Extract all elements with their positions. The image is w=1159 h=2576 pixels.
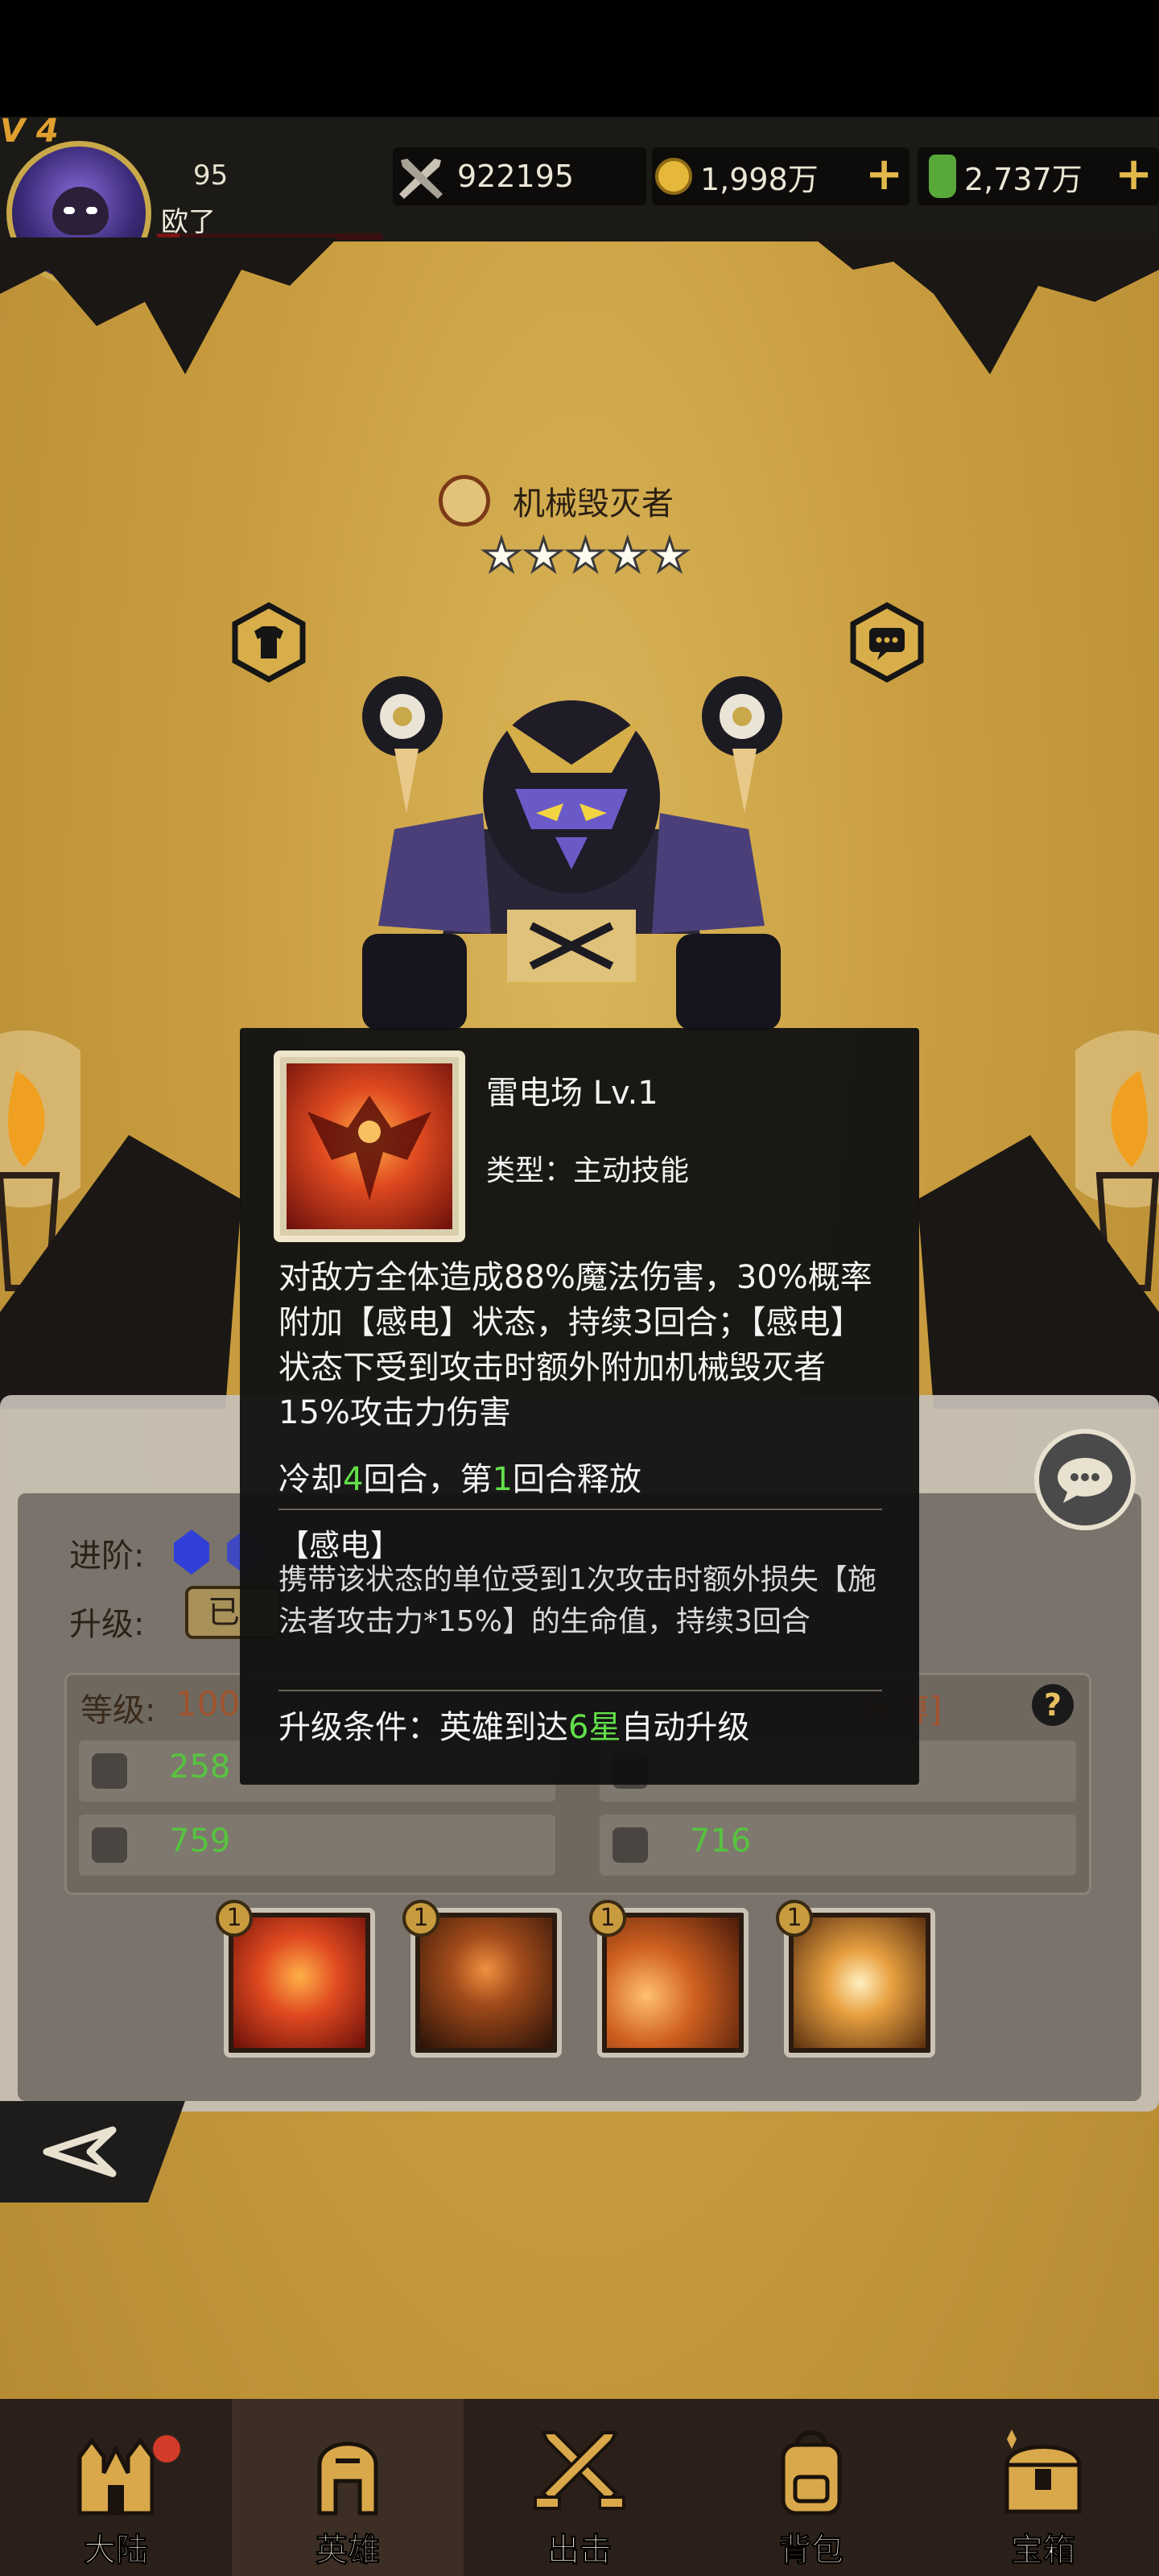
attack-icon: [92, 1753, 127, 1789]
shadow-figure-skill-icon: [420, 1918, 552, 2048]
skill-level-badge: 1: [589, 1900, 626, 1937]
potion-value: 2,737万: [964, 161, 1083, 197]
nav-label: 出击: [547, 2532, 612, 2570]
nav-continent[interactable]: 大陆: [0, 2399, 232, 2576]
nav-backpack[interactable]: 背包: [695, 2399, 927, 2576]
nav-hero[interactable]: 英雄: [232, 2399, 464, 2576]
potion-bottle-icon: [929, 155, 956, 198]
skill-tooltip: 雷电场 Lv.1 类型：主动技能 对敌方全体造成88%魔法伤害，30%概率附加【…: [240, 1028, 919, 1785]
hero-stars: ★★★★★: [480, 529, 692, 584]
potion-display: 2,737万 +: [918, 147, 1159, 205]
back-arrow-icon: [43, 2126, 117, 2178]
nav-label: 大陆: [84, 2532, 149, 2570]
nav-label: 英雄: [316, 2532, 381, 2570]
player-level: 95: [193, 159, 229, 192]
release-round: 1: [492, 1461, 513, 1498]
cooldown-prefix: 冷却: [278, 1461, 343, 1498]
add-gold-button[interactable]: +: [865, 151, 903, 199]
defense-value: 759: [169, 1823, 231, 1860]
nav-label: 宝箱: [1011, 2532, 1076, 2570]
comment-bubble-button[interactable]: [848, 602, 926, 683]
skin-shirt-button[interactable]: [230, 602, 307, 683]
shield-icon: [92, 1827, 127, 1863]
helmet-icon: [317, 2442, 378, 2516]
boot-icon: [612, 1827, 648, 1863]
coin-icon: [655, 158, 692, 195]
chat-button[interactable]: [1034, 1429, 1136, 1530]
upgrade-suffix: 自动升级: [621, 1709, 750, 1746]
notification-dot: [153, 2435, 180, 2462]
back-button[interactable]: [0, 2101, 185, 2202]
chat-bubble-icon: [1058, 1458, 1112, 1503]
tooltip-skill-frame: [274, 1051, 465, 1242]
cooldown-value: 4: [343, 1461, 364, 1498]
skill-level-badge: 1: [216, 1900, 253, 1937]
cave-spikes-decoration: [0, 237, 1159, 374]
tooltip-divider: [278, 1509, 882, 1510]
backpack-icon: [781, 2430, 842, 2516]
crescent-slash-skill-icon: [607, 1918, 739, 2048]
speed-value: 716: [690, 1823, 752, 1860]
effect-description: 携带该状态的单位受到1次攻击时额外损失【施法者攻击力*15%】的生命值，持续3回…: [278, 1563, 876, 1638]
treasure-chest-icon: [1004, 2429, 1082, 2514]
demon-wings-icon: [307, 1096, 431, 1200]
thunder-field-skill-icon: [287, 1063, 452, 1229]
nav-label: 背包: [779, 2532, 844, 2570]
cooldown-middle: 回合，第: [363, 1461, 493, 1498]
status-bar-area: [0, 0, 1159, 121]
skill-name: 雷电场 Lv.1: [486, 1075, 658, 1112]
upgrade-condition: 升级条件：英雄到达6星自动升级: [278, 1701, 749, 1748]
avatar-eye: [86, 207, 97, 214]
power-value: 922195: [457, 159, 575, 194]
gold-display: 1,998万 +: [652, 147, 909, 205]
speed-stat-row: 716: [600, 1814, 1076, 1876]
gold-value: 1,998万: [700, 161, 819, 197]
nav-sortie[interactable]: 出击: [464, 2399, 695, 2576]
upgrade-prefix: 升级条件：英雄到达: [278, 1709, 568, 1746]
hero-title: 机械毁灭者: [439, 472, 674, 530]
crossed-swords-icon: [399, 159, 443, 199]
level-label: 等级:: [80, 1692, 156, 1729]
skill-description: 对敌方全体造成88%魔法伤害，30%概率附加【感电】状态，持续3回合；【感电】状…: [278, 1259, 872, 1431]
skill-cooldown: 冷却4回合，第1回合释放: [278, 1453, 641, 1500]
effect-title: 【感电】: [278, 1528, 402, 1563]
bottom-navigation: 大陆 英雄 出击 背包 宝箱: [0, 2399, 1159, 2576]
tooltip-divider: [278, 1690, 882, 1691]
skill-level-badge: 1: [402, 1900, 439, 1937]
skill-level-badge: 1: [776, 1900, 813, 1937]
castle-icon: [77, 2437, 155, 2516]
hero-name: 机械毁灭者: [513, 485, 674, 522]
thunder-field-skill-icon: [233, 1918, 365, 2048]
element-emblem-icon: [439, 475, 490, 526]
nav-chest[interactable]: 宝箱: [927, 2399, 1159, 2576]
attack-value: 258: [169, 1748, 231, 1785]
hero-screen: V 4 95 欧了 922195 1,998万 + 2,737万 + 机械毁灭者…: [0, 0, 1159, 2576]
add-potion-button[interactable]: +: [1115, 151, 1153, 199]
avatar-face: [52, 187, 109, 235]
upgrade-stars: 6星: [568, 1709, 621, 1746]
defense-stat-row: 759: [79, 1814, 555, 1876]
power-display: 922195: [393, 147, 646, 205]
advance-label: 进阶:: [69, 1538, 145, 1575]
help-button[interactable]: ?: [1032, 1684, 1074, 1726]
crossed-swords-icon: [534, 2431, 625, 2510]
light-burst-skill-icon: [794, 1918, 926, 2048]
cooldown-suffix: 回合释放: [512, 1461, 641, 1498]
upgrade-label: 升级:: [69, 1606, 145, 1643]
avatar-eye: [64, 207, 75, 214]
skill-type: 类型：主动技能: [486, 1154, 690, 1187]
